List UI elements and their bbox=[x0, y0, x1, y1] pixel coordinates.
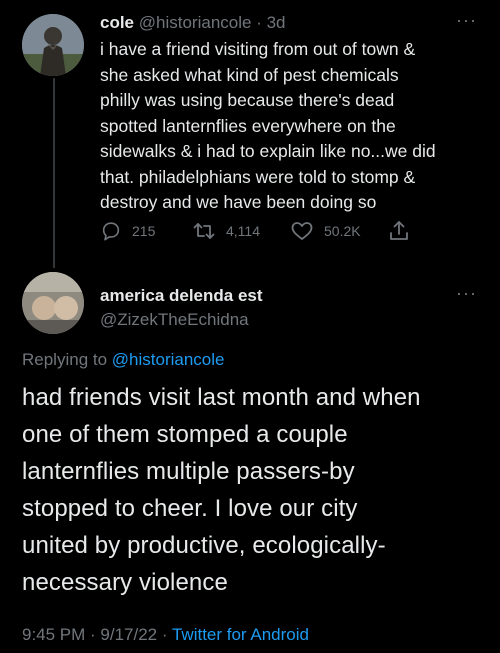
profile-photo-image bbox=[22, 272, 84, 334]
tweet-line: philly was using because there's dead bbox=[100, 90, 395, 110]
more-options-icon[interactable]: ··· bbox=[456, 11, 477, 29]
tweet-line: she asked what kind of pest chemicals bbox=[100, 64, 399, 85]
tweet-date[interactable]: 9/17/22 bbox=[100, 625, 157, 644]
retweet-icon bbox=[193, 223, 215, 239]
display-name[interactable]: cole bbox=[100, 13, 134, 32]
tweet-line: one of them stomped a couple bbox=[22, 421, 348, 448]
tweet-line: had friends visit last month and when bbox=[22, 384, 421, 411]
avatar-cole[interactable] bbox=[22, 14, 84, 76]
tweet-line: necessary violence bbox=[22, 569, 228, 596]
handle[interactable]: @historiancole bbox=[139, 13, 252, 32]
tweet-source-link[interactable]: Twitter for Android bbox=[172, 625, 309, 644]
tweet2-handle[interactable]: @ZizekTheEchidna bbox=[100, 310, 249, 330]
tweet-line: stopped to cheer. I love our city bbox=[22, 495, 358, 522]
source-separator: · bbox=[157, 625, 172, 644]
timestamp[interactable]: 3d bbox=[267, 13, 286, 32]
tweet-line: lanternflies multiple passers-by bbox=[22, 458, 355, 485]
tweet1-header: cole @historiancole · 3d bbox=[100, 13, 286, 33]
replying-to: Replying to @historiancole bbox=[22, 350, 224, 370]
tweet2-text: had friends visit last month and when on… bbox=[22, 379, 421, 601]
tweet-line: spotted lanternflies everywhere on the bbox=[100, 115, 396, 136]
tweet-time[interactable]: 9:45 PM bbox=[22, 625, 85, 644]
tweet1-text: i have a friend visiting from out of tow… bbox=[100, 37, 436, 216]
tweet-line: i have a friend visiting from out of tow… bbox=[100, 39, 416, 59]
tweet-line: sidewalks & i had to explain like no...w… bbox=[100, 141, 436, 161]
share-icon bbox=[390, 221, 408, 240]
replying-to-label: Replying to bbox=[22, 350, 112, 369]
thread-line bbox=[53, 78, 55, 268]
like-count: 50.2K bbox=[324, 223, 361, 239]
time-separator: · bbox=[251, 13, 267, 32]
avatar-america-delenda-est[interactable] bbox=[22, 272, 84, 334]
replying-to-handle-link[interactable]: @historiancole bbox=[112, 350, 225, 369]
tweet-line: united by productive, ecologically- bbox=[22, 532, 386, 559]
like-button[interactable]: 50.2K bbox=[290, 220, 361, 242]
statue-avatar-image bbox=[22, 14, 84, 76]
heart-icon bbox=[291, 222, 313, 240]
date-separator: · bbox=[85, 625, 101, 644]
tweet2-display-name[interactable]: america delenda est bbox=[100, 286, 263, 306]
share-button[interactable] bbox=[388, 219, 410, 243]
reply-icon bbox=[102, 222, 120, 241]
tweet-line: destroy and we have been doing so bbox=[100, 192, 377, 212]
retweet-button[interactable]: 4,114 bbox=[192, 220, 260, 242]
reply-button[interactable]: 215 bbox=[100, 220, 155, 242]
tweet2-metadata: 9:45 PM · 9/17/22 · Twitter for Android bbox=[22, 625, 309, 645]
tweet-line: that. philadelphians were told to stomp … bbox=[100, 166, 416, 187]
retweet-count: 4,114 bbox=[226, 223, 260, 239]
more-options-icon[interactable]: ··· bbox=[456, 284, 477, 302]
reply-count: 215 bbox=[132, 223, 156, 239]
